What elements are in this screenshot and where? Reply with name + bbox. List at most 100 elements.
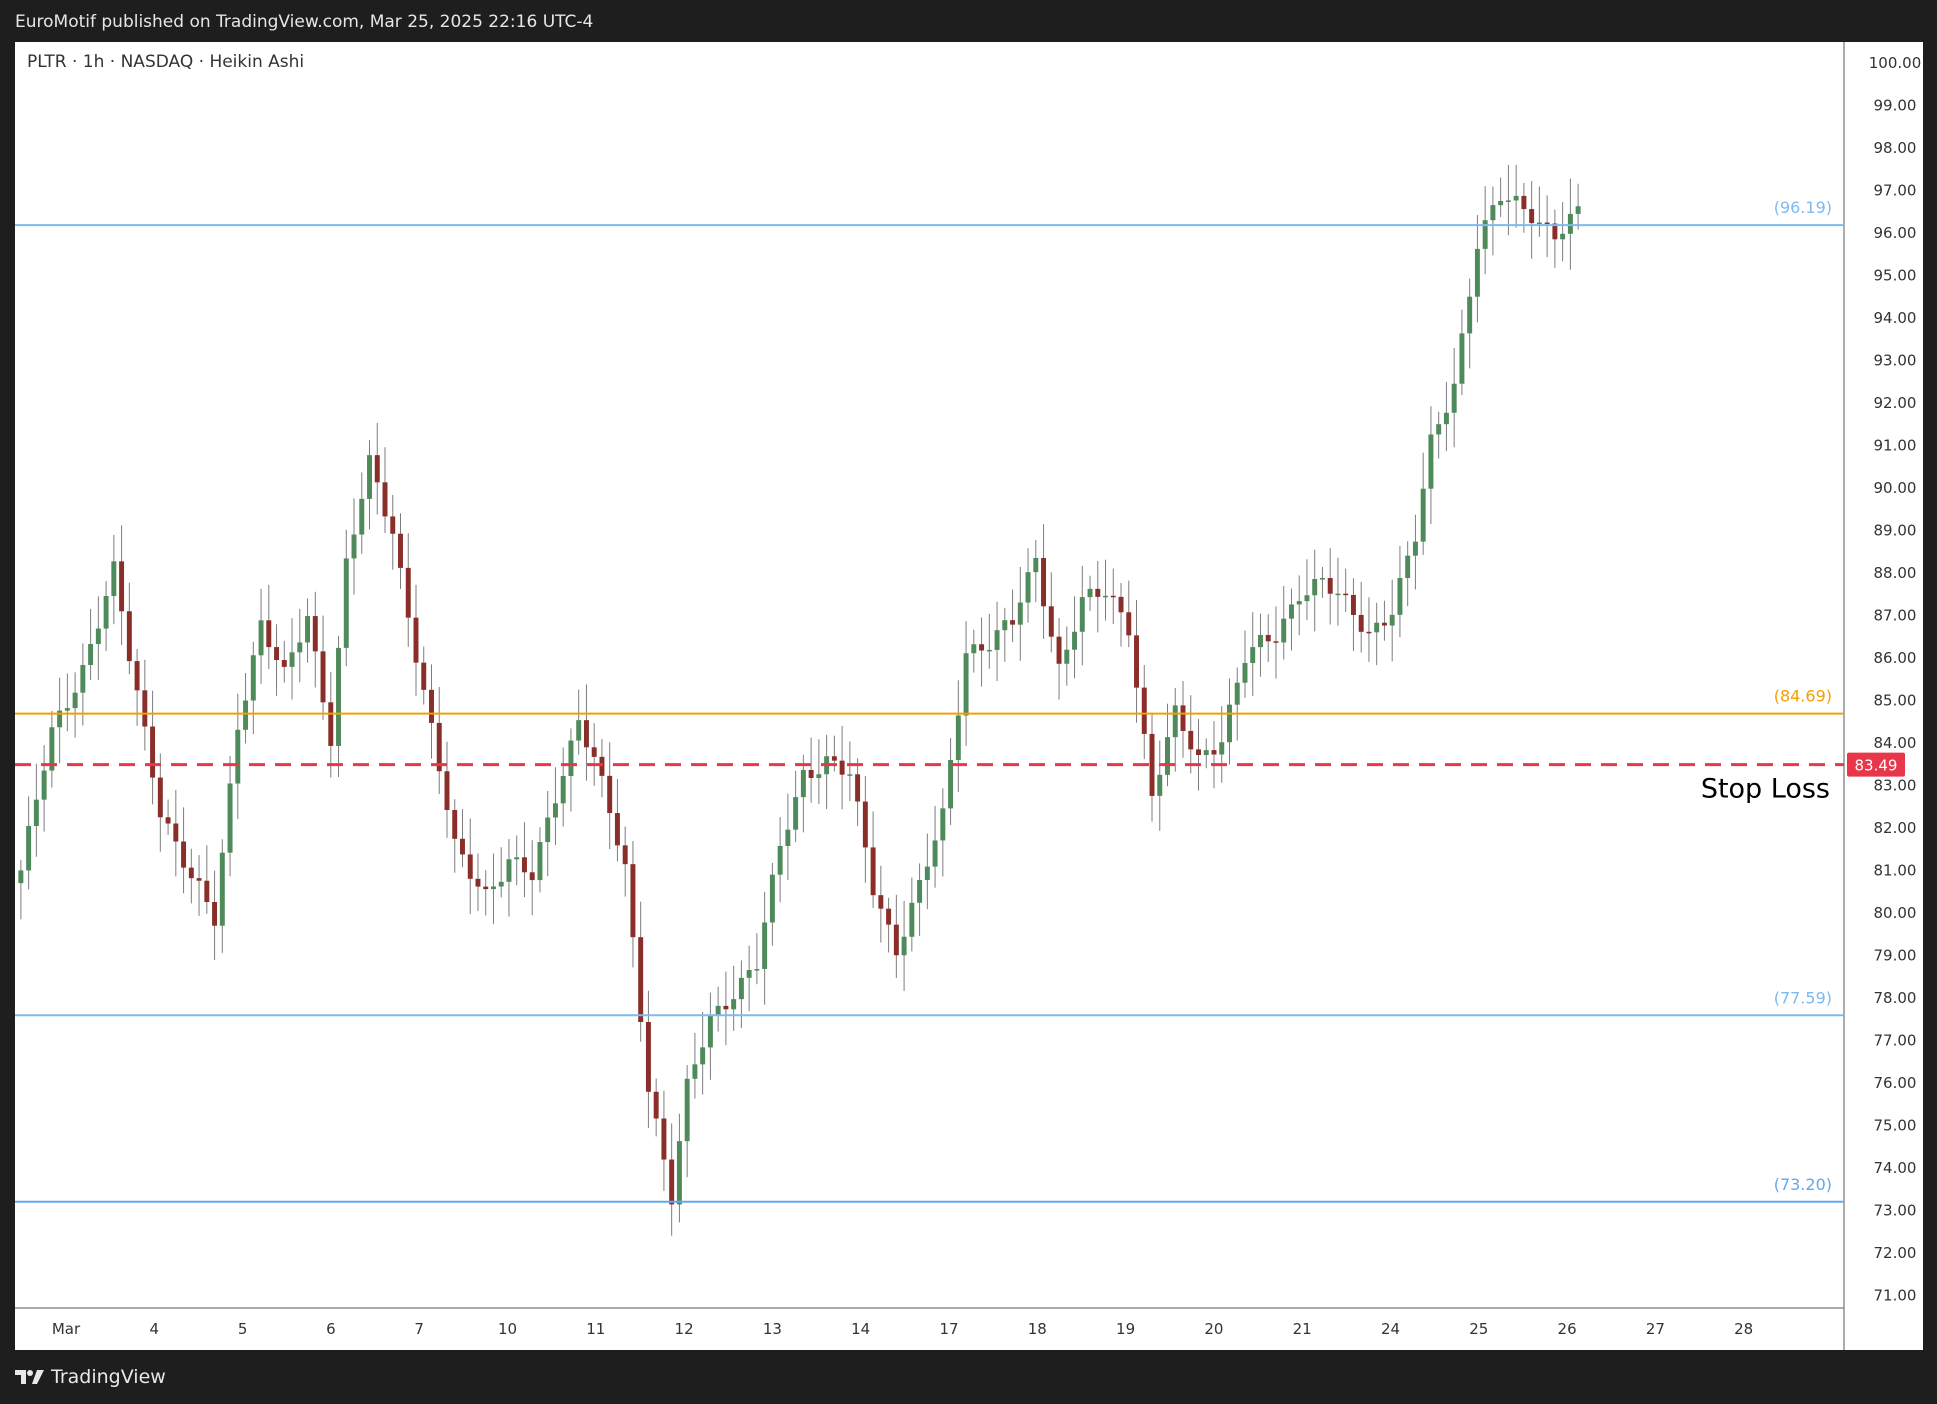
candle-body xyxy=(204,880,210,903)
y-tick-label: 87.00 xyxy=(1874,607,1917,625)
candle-body xyxy=(723,1005,729,1010)
candle-body xyxy=(762,922,768,969)
x-tick-label: Mar xyxy=(52,1320,81,1338)
candle-body xyxy=(684,1078,690,1142)
candle-body xyxy=(1312,579,1318,596)
candle-body xyxy=(1141,687,1147,734)
candle-body xyxy=(475,878,481,887)
y-tick-label: 81.00 xyxy=(1874,861,1917,879)
candle-body xyxy=(583,720,589,748)
candle-body xyxy=(64,708,70,711)
candle-body xyxy=(1203,750,1209,756)
level-label: (73.20) xyxy=(1774,1175,1832,1194)
y-tick-label: 93.00 xyxy=(1874,352,1917,370)
candle-body xyxy=(568,740,574,776)
candle-body xyxy=(986,649,992,652)
level-label: (84.69) xyxy=(1774,687,1832,706)
candle-body xyxy=(599,756,605,776)
candle-body xyxy=(1234,682,1240,705)
candle-body xyxy=(560,775,566,804)
x-tick-label: 7 xyxy=(414,1320,424,1338)
candle-body xyxy=(1010,620,1016,625)
candle-body xyxy=(653,1091,659,1119)
candle-body xyxy=(886,908,892,925)
x-tick-label: 4 xyxy=(150,1320,160,1338)
candle-body xyxy=(576,720,582,741)
candle-body xyxy=(243,700,249,730)
candle-body xyxy=(638,937,644,1022)
x-tick-label: 20 xyxy=(1204,1320,1223,1338)
candle-body xyxy=(948,759,954,809)
candle-body xyxy=(1366,631,1372,634)
candle-body xyxy=(1157,774,1163,796)
candle-body xyxy=(467,854,473,879)
candle-body xyxy=(1072,631,1078,650)
chart-frame[interactable]: 100.00 99.00 98.00 97.00 96.00 95.00 94.00 93.0… xyxy=(15,42,1923,1350)
candle-body xyxy=(33,799,39,826)
candle-body xyxy=(444,771,450,810)
candle-body xyxy=(1048,606,1054,637)
candle-body xyxy=(537,842,543,881)
candle-body xyxy=(382,482,388,517)
candle-body xyxy=(1327,578,1333,594)
candle-body xyxy=(1257,634,1263,648)
candle-body xyxy=(88,644,94,666)
candle-body xyxy=(855,774,861,802)
publish-header: EuroMotif published on TradingView.com, … xyxy=(0,0,1937,42)
candle-body xyxy=(545,817,551,843)
tradingview-logo-icon xyxy=(15,1370,44,1384)
candle-body xyxy=(173,823,179,842)
candle-body xyxy=(413,617,419,663)
y-tick-label: 99.00 xyxy=(1874,97,1917,115)
candle-body xyxy=(1296,601,1302,605)
level-label: (77.59) xyxy=(1774,988,1832,1007)
candle-body xyxy=(878,895,884,909)
candle-body xyxy=(622,845,628,865)
candle-body xyxy=(1288,604,1294,619)
candle-body xyxy=(351,534,357,559)
candle-body xyxy=(305,616,311,643)
candle-body xyxy=(1436,424,1442,435)
candle-body xyxy=(777,845,783,875)
candle-body xyxy=(405,567,411,618)
x-tick-label: 19 xyxy=(1116,1320,1135,1338)
x-tick-label: 21 xyxy=(1293,1320,1312,1338)
candle-body xyxy=(1064,649,1070,664)
candle-body xyxy=(483,886,489,890)
candle-body xyxy=(126,611,132,662)
y-tick-label: 76.00 xyxy=(1874,1074,1917,1092)
candle-body xyxy=(870,847,876,896)
candle-body xyxy=(188,867,194,879)
candle-body xyxy=(281,660,287,667)
candle-body xyxy=(80,665,86,693)
candle-body xyxy=(1017,602,1023,625)
candle-body xyxy=(367,455,372,499)
candle-body xyxy=(328,702,334,746)
candle-body xyxy=(374,455,380,483)
candle-body xyxy=(1227,704,1232,743)
price-chart[interactable]: 100.00 99.00 98.00 97.00 96.00 95.00 94.00 93.0… xyxy=(15,42,1923,1350)
candle-body xyxy=(181,841,187,868)
candle-body xyxy=(26,825,32,871)
candle-body xyxy=(715,1005,721,1016)
y-tick-label: 75.00 xyxy=(1874,1116,1917,1134)
candle-body xyxy=(1149,733,1155,796)
x-tick-label: 11 xyxy=(586,1320,605,1338)
candle-body xyxy=(1165,737,1170,775)
candle-body xyxy=(521,857,527,873)
candle-body xyxy=(452,809,458,839)
candle-body xyxy=(1110,595,1116,598)
x-tick-label: 12 xyxy=(675,1320,694,1338)
candle-body xyxy=(676,1141,682,1205)
candle-body xyxy=(398,533,403,568)
candle-body xyxy=(839,760,845,775)
candle-body xyxy=(165,817,171,824)
candle-body xyxy=(1041,557,1047,607)
candle-body xyxy=(134,661,140,691)
candle-body xyxy=(498,881,504,887)
x-tick-label: 14 xyxy=(851,1320,870,1338)
candle-body xyxy=(1459,333,1465,384)
candle-body xyxy=(1412,541,1418,556)
x-tick-label: 17 xyxy=(939,1320,958,1338)
candle-body xyxy=(862,801,868,848)
